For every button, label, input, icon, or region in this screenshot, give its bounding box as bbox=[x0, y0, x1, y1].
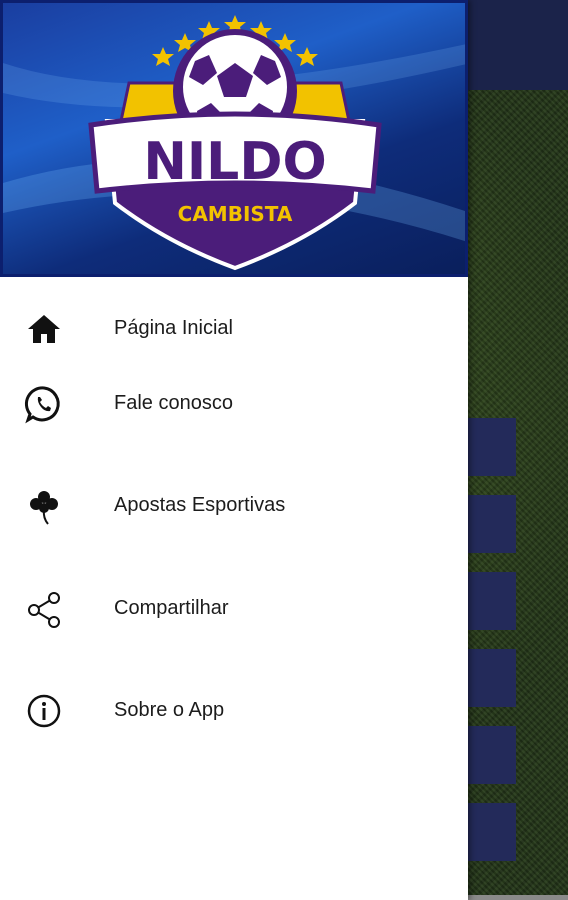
home-icon bbox=[28, 315, 60, 343]
navigation-drawer: NILDO CAMBISTA Página Inicial Fale conos… bbox=[0, 0, 468, 900]
menu-item-label: Apostas Esportivas bbox=[114, 494, 286, 516]
share-icon bbox=[28, 592, 60, 628]
nildo-cambista-logo: NILDO CAMBISTA bbox=[3, 15, 465, 271]
clover-icon bbox=[30, 491, 58, 525]
menu-item-pagina-inicial[interactable]: Página Inicial bbox=[0, 299, 468, 359]
menu-item-compartilhar[interactable]: Compartilhar bbox=[0, 579, 468, 639]
menu-item-label: Fale conosco bbox=[114, 392, 233, 414]
logo-title: NILDO bbox=[143, 132, 326, 192]
info-icon bbox=[27, 694, 61, 728]
whatsapp-icon bbox=[24, 386, 60, 424]
menu-item-fale-conosco[interactable]: Fale conosco bbox=[0, 374, 468, 434]
drawer-header: NILDO CAMBISTA bbox=[0, 0, 468, 277]
menu-item-apostas-esportivas[interactable]: Apostas Esportivas bbox=[0, 476, 468, 536]
menu-item-label: Compartilhar bbox=[114, 597, 229, 619]
menu-item-sobre-o-app[interactable]: Sobre o App bbox=[0, 681, 468, 741]
menu-item-label: Sobre o App bbox=[114, 699, 225, 721]
menu-item-label: Página Inicial bbox=[114, 317, 233, 339]
logo-subtitle: CAMBISTA bbox=[178, 202, 293, 226]
